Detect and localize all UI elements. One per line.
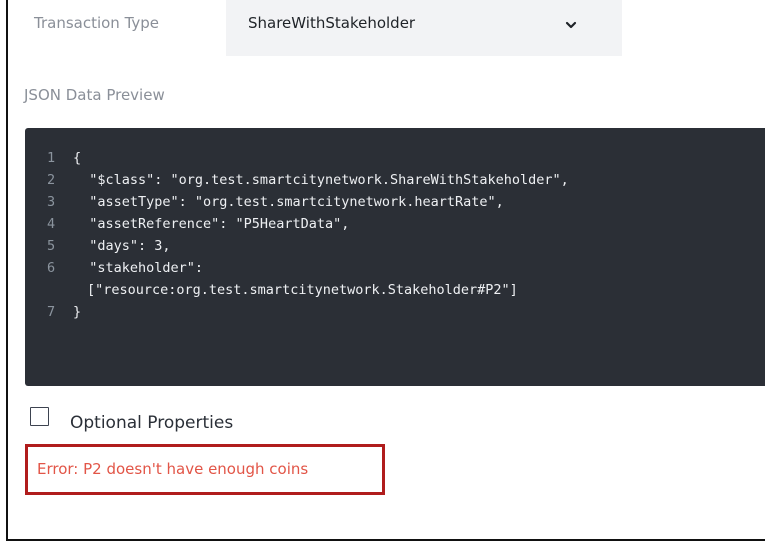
- code-text: "days": 3,: [73, 238, 171, 254]
- optional-properties-checkbox[interactable]: [30, 407, 49, 426]
- code-text: "assetType": "org.test.smartcitynetwork.…: [73, 194, 504, 210]
- code-text: "stakeholder":: [73, 260, 204, 276]
- line-number: 4: [47, 216, 56, 232]
- code-text: "$class": "org.test.smartcitynetwork.Sha…: [73, 172, 569, 188]
- line-number: 5: [47, 238, 56, 254]
- transaction-type-label: Transaction Type: [34, 14, 160, 32]
- transaction-type-select[interactable]: ShareWithStakeholder: [226, 0, 622, 56]
- json-code-editor[interactable]: 1 {2 "$class": "org.test.smartcitynetwork…: [25, 128, 765, 386]
- chevron-down-icon: [564, 17, 578, 31]
- error-message-box: Error: P2 doesn't have enough coins: [25, 444, 385, 495]
- transaction-form: Transaction Type ShareWithStakeholder JS…: [6, 0, 765, 541]
- code-text: ["resource:org.test.smartcitynetwork.Sta…: [87, 282, 518, 298]
- line-number: 6: [47, 260, 56, 276]
- json-preview-label: JSON Data Preview: [24, 86, 165, 104]
- code-text: }: [73, 304, 82, 320]
- optional-properties-label[interactable]: Optional Properties: [70, 413, 233, 433]
- code-text: {: [73, 150, 82, 166]
- line-number: 3: [47, 194, 56, 210]
- line-number: 7: [47, 304, 56, 320]
- error-message: Error: P2 doesn't have enough coins: [37, 460, 309, 478]
- code-text: "assetReference": "P5HeartData",: [73, 216, 350, 232]
- line-number: 1: [47, 150, 56, 166]
- transaction-type-value: ShareWithStakeholder: [248, 14, 416, 32]
- line-number: 2: [47, 172, 56, 188]
